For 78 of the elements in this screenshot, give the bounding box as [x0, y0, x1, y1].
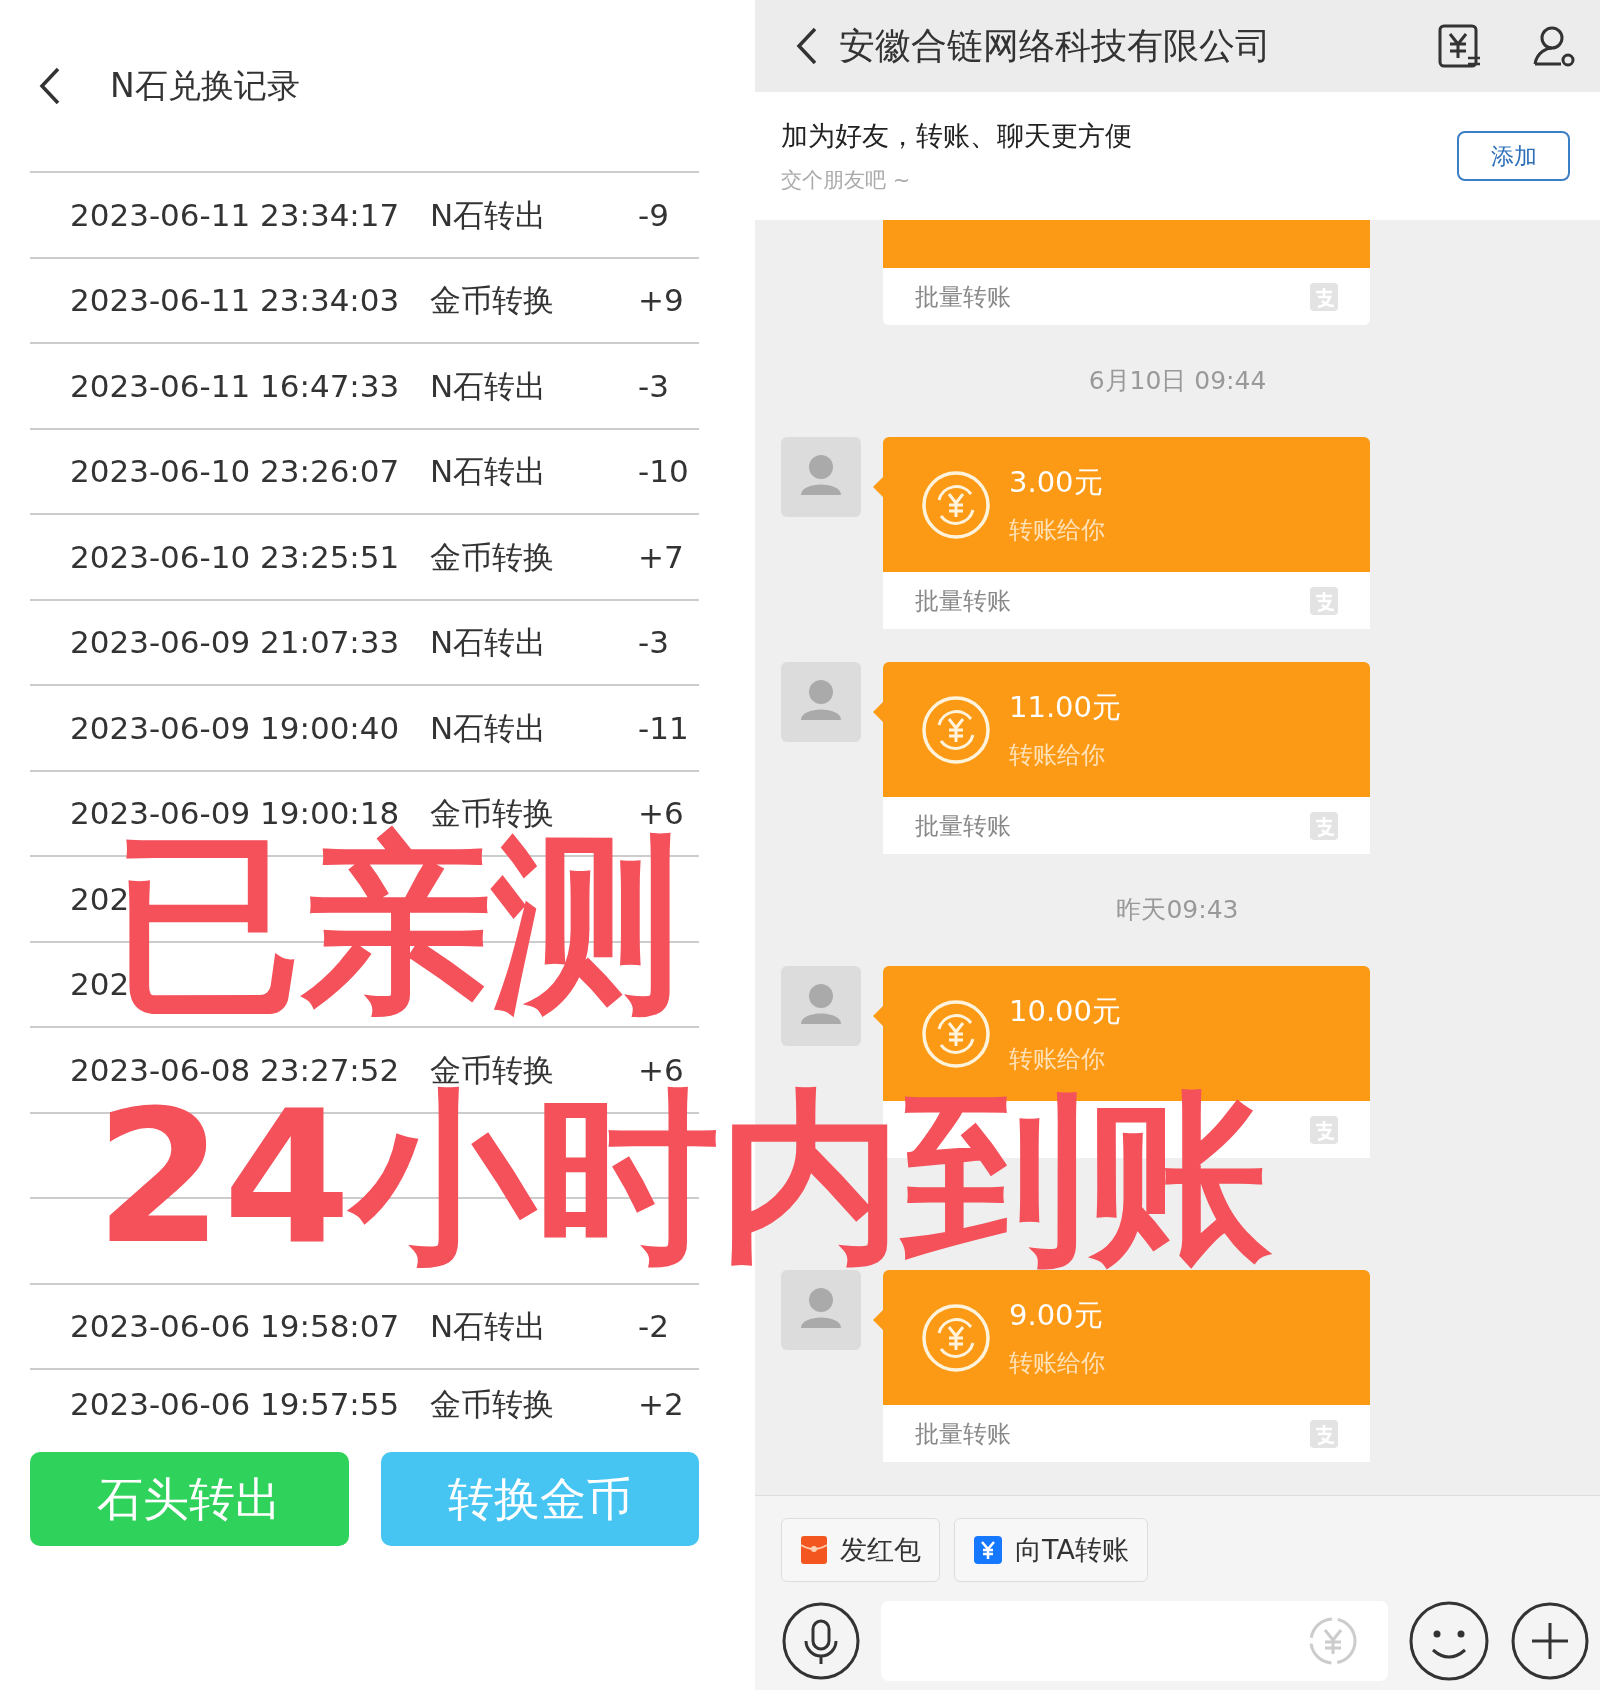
- amount: -2: [638, 1308, 669, 1344]
- microphone-icon[interactable]: [781, 1601, 861, 1681]
- transfer-amount: 10.00元: [1009, 992, 1122, 1030]
- date-time: 2023-06-06 19:58:07: [70, 1308, 400, 1344]
- transfer-note: 转账给你: [1009, 1348, 1105, 1380]
- record-type: N石转出: [430, 709, 547, 746]
- app-logo-icon: [1310, 282, 1338, 311]
- back-icon[interactable]: [38, 65, 62, 106]
- bubble-tip: [873, 702, 883, 722]
- date-time: 2023-06-11 23:34:03: [70, 282, 400, 318]
- bubble-tip: [873, 477, 883, 497]
- page-title: N石兑换记录: [110, 64, 300, 107]
- chat-title: 安徽合链网络科技有限公司: [839, 24, 1272, 68]
- transfer-out-button[interactable]: 石头转出: [30, 1452, 349, 1546]
- bill-icon[interactable]: [1438, 24, 1482, 68]
- add-button[interactable]: 添加: [1457, 131, 1570, 181]
- transfer-button[interactable]: 向TA转账: [954, 1518, 1148, 1582]
- date-time: 2023-06-09 21:07:33: [70, 624, 400, 660]
- app-logo-icon: [1310, 1115, 1338, 1144]
- date-time: 2023-06-10 23:26:07: [70, 453, 400, 489]
- transfer-amount: 3.00元: [1009, 463, 1104, 501]
- plus-icon[interactable]: [1510, 1601, 1590, 1681]
- amount: +7: [638, 538, 684, 575]
- bubble-tip: [873, 1310, 883, 1330]
- amount: -3: [638, 367, 669, 404]
- transfer-icon: [921, 694, 991, 765]
- transfer-icon: [921, 1302, 991, 1373]
- batch-label: 批量转账: [915, 281, 1011, 313]
- record-type: N石转出: [430, 1308, 547, 1344]
- yuan-card-icon: [973, 1535, 1003, 1565]
- amount: +6: [638, 795, 684, 831]
- record-type: N石转出: [430, 624, 547, 660]
- transfer-amount: 11.00元: [1009, 688, 1122, 726]
- transfer-note: 转账给你: [1009, 740, 1106, 772]
- emoji-icon[interactable]: [1408, 1600, 1490, 1682]
- amount: +6: [638, 1051, 684, 1088]
- banner-subtitle: 交个朋友吧 ~: [781, 166, 912, 194]
- amount: +9: [638, 282, 684, 318]
- date-time: 2023-06-11 16:47:33: [70, 367, 400, 404]
- banner-title: 加为好友，转账、聊天更方便: [781, 119, 1133, 153]
- record-type: 金币转换: [430, 282, 554, 318]
- record-type: 金币转换: [430, 1051, 554, 1088]
- amount: -10: [638, 453, 689, 489]
- batch-label: 批量转账: [915, 1418, 1011, 1450]
- record-type: N石转出: [430, 453, 547, 489]
- transfer-note: 转账给你: [1009, 1044, 1106, 1076]
- profile-icon[interactable]: [1532, 24, 1576, 68]
- amount: +2: [638, 1385, 684, 1422]
- date-time: 2023-06-09 19:00:40: [70, 709, 400, 746]
- app-logo-icon: [1310, 586, 1338, 615]
- bubble-tip: [873, 1006, 883, 1026]
- amount: -3: [638, 624, 669, 660]
- amount: -11: [638, 709, 689, 746]
- batch-label: 批量转账: [915, 585, 1011, 617]
- date-time: 2023-06-08 23:27:52: [70, 1051, 400, 1088]
- date-time: 2023-06-10 23:25:51: [70, 538, 400, 575]
- transfer-icon: [921, 998, 991, 1069]
- record-type: N石转出: [430, 367, 547, 404]
- record-type: 金币转换: [430, 1385, 554, 1422]
- date-time: 2023-06-11 23:34:17: [70, 196, 400, 233]
- envelope-button[interactable]: 发红包: [781, 1518, 940, 1582]
- back-icon[interactable]: [795, 26, 819, 66]
- timestamp: 6月10日 09:44: [1088, 365, 1267, 398]
- app-logo-icon: [1310, 1419, 1338, 1448]
- record-type: 金币转换: [430, 538, 554, 575]
- message-input[interactable]: [881, 1601, 1388, 1681]
- record-type: N石转出: [430, 196, 547, 233]
- timestamp: 昨天09:43: [1116, 894, 1239, 927]
- amount: -9: [638, 196, 669, 233]
- transfer-note: 转账给你: [1009, 515, 1105, 547]
- date-time: 2023-06-06 19:57:55: [70, 1385, 400, 1422]
- app-logo-icon: [1310, 811, 1338, 840]
- batch-label: 批量转账: [915, 810, 1011, 842]
- transfer-amount: 9.00元: [1009, 1296, 1104, 1334]
- transfer-icon: [921, 469, 991, 540]
- date-time: 202: [70, 966, 130, 1002]
- envelope-icon: [800, 1535, 828, 1565]
- convert-button[interactable]: 转换金币: [380, 1452, 699, 1546]
